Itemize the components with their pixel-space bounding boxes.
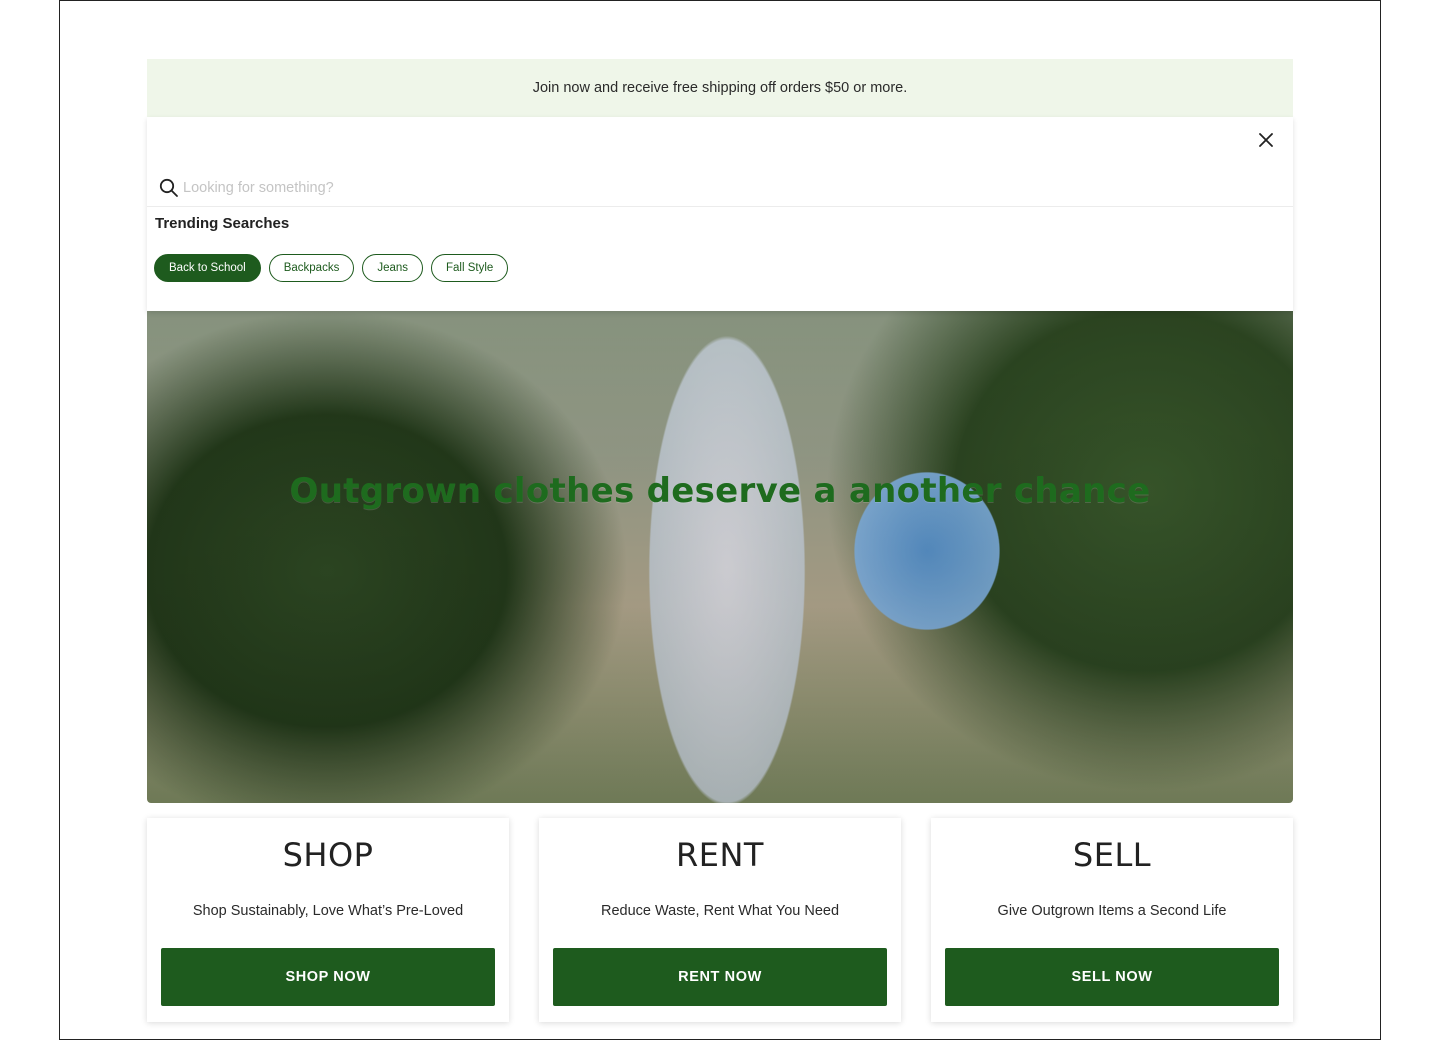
close-button[interactable]: [1255, 129, 1277, 151]
card-description: Give Outgrown Items a Second Life: [997, 903, 1227, 919]
card-title: SELL: [1072, 836, 1152, 874]
trending-chip-jeans[interactable]: Jeans: [362, 254, 424, 282]
rent-now-button[interactable]: RENT NOW: [553, 948, 887, 1006]
service-cards: SHOP Shop Sustainably, Love What’s Pre-L…: [147, 818, 1293, 1022]
hero-banner: Outgrown clothes deserve a another chanc…: [147, 311, 1293, 803]
card-shop: SHOP Shop Sustainably, Love What’s Pre-L…: [147, 818, 509, 1022]
card-rent: RENT Reduce Waste, Rent What You Need RE…: [539, 818, 901, 1022]
close-icon: [1259, 133, 1273, 147]
card-title: SHOP: [282, 836, 374, 874]
card-title: RENT: [676, 836, 764, 874]
sell-now-button[interactable]: SELL NOW: [945, 948, 1279, 1006]
search-input[interactable]: [183, 179, 1083, 196]
search-bar: [147, 169, 1293, 207]
card-description: Reduce Waste, Rent What You Need: [600, 903, 840, 919]
trending-chip-back-to-school[interactable]: Back to School: [154, 254, 261, 282]
trending-chip-backpacks[interactable]: Backpacks: [268, 254, 355, 282]
trending-searches-title: Trending Searches: [155, 215, 290, 232]
card-sell: SELL Give Outgrown Items a Second Life S…: [931, 818, 1293, 1022]
card-description: Shop Sustainably, Love What’s Pre-Loved: [192, 903, 464, 919]
hero-heading: Outgrown clothes deserve a another chanc…: [289, 471, 1151, 511]
trending-chip-fall-style[interactable]: Fall Style: [431, 254, 509, 282]
shop-now-button[interactable]: SHOP NOW: [161, 948, 495, 1006]
hero-image: [147, 311, 1293, 803]
search-icon: [159, 178, 178, 197]
promo-banner: Join now and receive free shipping off o…: [147, 59, 1293, 117]
trending-chips: Back to School Backpacks Jeans Fall Styl…: [154, 254, 509, 282]
promo-text: Join now and receive free shipping off o…: [532, 80, 908, 96]
search-panel: Trending Searches Back to School Backpac…: [147, 117, 1293, 311]
